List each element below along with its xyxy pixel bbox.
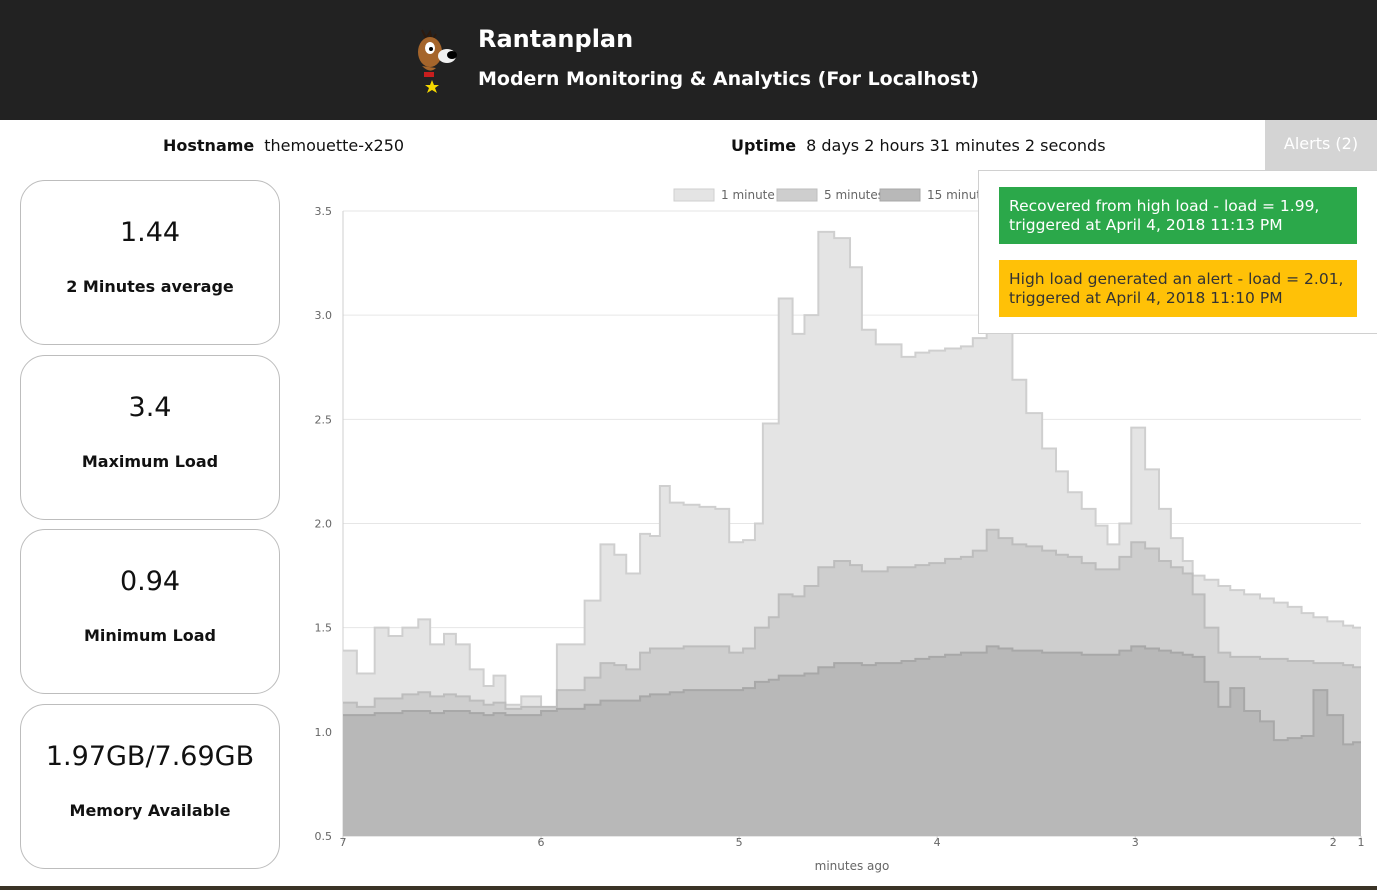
uptime-label: Uptime xyxy=(731,136,797,155)
legend-label: 5 minutes xyxy=(824,188,884,202)
x-axis-title: minutes ago xyxy=(815,859,890,873)
stat-value: 1.97GB/7.69GB xyxy=(45,741,255,772)
x-tick-label: 5 xyxy=(736,836,743,849)
x-tick-label: 4 xyxy=(934,836,941,849)
stat-value: 3.4 xyxy=(128,392,172,423)
stat-value: 1.44 xyxy=(119,217,181,248)
x-tick-label: 1 xyxy=(1358,836,1365,849)
x-tick-label: 3 xyxy=(1132,836,1139,849)
app-title: Rantanplan xyxy=(478,25,634,53)
y-tick-label: 2.5 xyxy=(315,413,333,426)
x-tick-label: 6 xyxy=(538,836,545,849)
hostname-label: Hostname xyxy=(163,136,255,155)
stat-caption: Maximum Load xyxy=(81,452,219,471)
stat-card-average: 1.44 2 Minutes average xyxy=(20,180,280,345)
hostname-info: Hostname themouette-x250 xyxy=(163,136,404,155)
alerts-button[interactable]: Alerts (2) xyxy=(1265,120,1377,170)
alert-recovered[interactable]: Recovered from high load - load = 1.99, … xyxy=(999,187,1357,244)
stat-value: 0.94 xyxy=(119,566,181,597)
hostname-value: themouette-x250 xyxy=(264,136,405,155)
x-tick-label: 2 xyxy=(1330,836,1337,849)
stat-card-memory: 1.97GB/7.69GB Memory Available xyxy=(20,704,280,869)
x-tick-label: 7 xyxy=(340,836,347,849)
bottom-strip xyxy=(0,886,1377,890)
alert-high-load[interactable]: High load generated an alert - load = 2.… xyxy=(999,260,1357,317)
stat-caption: 2 Minutes average xyxy=(66,277,234,296)
stat-card-max-load: 3.4 Maximum Load xyxy=(20,355,280,520)
app-header: Rantanplan Modern Monitoring & Analytics… xyxy=(0,0,1377,120)
stat-card-min-load: 0.94 Minimum Load xyxy=(20,529,280,694)
stat-caption: Memory Available xyxy=(69,801,231,820)
y-tick-label: 1.5 xyxy=(315,622,333,635)
y-tick-label: 3.0 xyxy=(315,309,333,322)
legend-swatch xyxy=(776,188,818,202)
uptime-value: 8 days 2 hours 31 minutes 2 seconds xyxy=(806,136,1106,155)
legend-label: 1 minute xyxy=(721,188,775,202)
y-tick-label: 3.5 xyxy=(315,205,333,218)
app-subtitle: Modern Monitoring & Analytics (For Local… xyxy=(478,68,979,90)
dog-logo-icon xyxy=(418,29,457,93)
y-tick-label: 1.0 xyxy=(315,726,333,739)
y-tick-label: 0.5 xyxy=(315,830,333,843)
alerts-dropdown: Recovered from high load - load = 1.99, … xyxy=(978,170,1377,334)
legend-swatch xyxy=(879,188,921,202)
legend-swatch xyxy=(673,188,715,202)
y-tick-label: 2.0 xyxy=(315,518,333,531)
stat-caption: Minimum Load xyxy=(83,626,217,645)
uptime-info: Uptime 8 days 2 hours 31 minutes 2 second… xyxy=(731,136,1106,155)
